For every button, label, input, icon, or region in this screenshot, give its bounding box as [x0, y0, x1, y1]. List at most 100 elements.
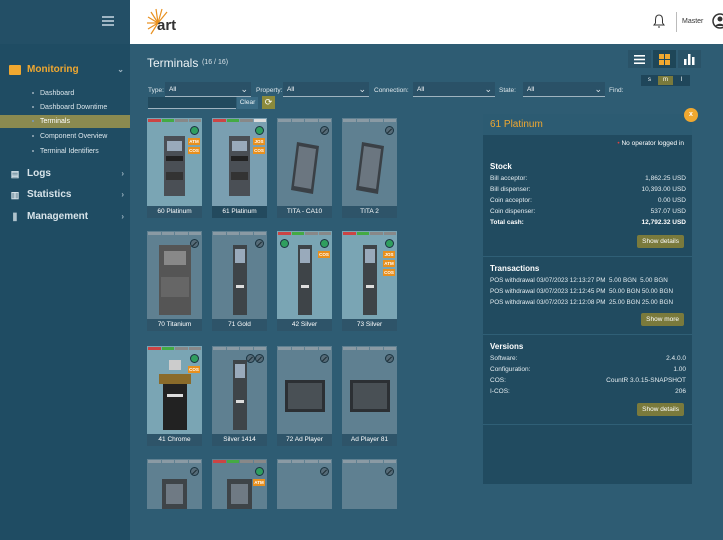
versions-title: Versions: [490, 342, 524, 351]
bar-chart-icon: [684, 53, 695, 65]
nav-group-management[interactable]: ⫼ Management ›: [0, 209, 130, 225]
terminal-tile[interactable]: 72 Ad Player: [277, 346, 332, 446]
terminal-name: Ad Player 81: [342, 434, 397, 446]
chevron-down-icon: ⌄: [117, 65, 124, 74]
connected-icon: [320, 239, 329, 248]
version-row: Software: 2.4.0.0: [490, 355, 686, 362]
module-badge: COS: [188, 147, 200, 154]
disconnected-icon: [320, 126, 329, 135]
page-title: Terminals: [147, 56, 199, 70]
chart-view-button[interactable]: [678, 50, 701, 68]
module-badge: ATM: [253, 479, 265, 486]
refresh-button[interactable]: ⟳: [262, 96, 275, 109]
terminal-tile[interactable]: [277, 459, 332, 509]
connected-icon: [255, 126, 264, 135]
terminal-tile[interactable]: ATM COS 60 Platinum: [147, 118, 202, 218]
disconnected-icon: [190, 467, 199, 476]
terminal-name: TITA 2: [342, 206, 397, 218]
module-badge: ATM: [383, 260, 395, 267]
disconnected-icon: [320, 467, 329, 476]
find-input[interactable]: [148, 97, 236, 109]
sidebar-item-terminal-identifiers[interactable]: Terminal Identifiers: [0, 145, 130, 158]
tile-size-toggles: s m l: [641, 75, 690, 86]
nav-group-monitoring[interactable]: Monitoring ⌄: [0, 62, 130, 78]
disconnected-icon: [255, 239, 264, 248]
size-large-button[interactable]: l: [674, 76, 689, 85]
transaction-row: POS withdrawal 03/07/2023 12:12:45 PM 50…: [490, 288, 674, 295]
terminal-tile[interactable]: 70 Titanium: [147, 231, 202, 331]
chevron-down-icon: ⌄: [358, 84, 366, 94]
clear-button[interactable]: Clear: [237, 97, 258, 109]
connection-filter-label: Connection:: [374, 87, 409, 94]
stock-row: Coin acceptor: 0.00 USD: [490, 197, 686, 204]
nav-group-logs[interactable]: ▤ Logs ›: [0, 166, 130, 182]
menu-icon[interactable]: [102, 16, 114, 26]
chevron-right-icon: ›: [121, 190, 124, 199]
transactions-show-more-button[interactable]: Show more: [641, 313, 684, 326]
list-view-button[interactable]: [628, 50, 651, 68]
nav-group-statistics[interactable]: ▥ Statistics ›: [0, 187, 130, 203]
connection-filter-select[interactable]: All ⌄: [413, 82, 495, 97]
terminal-tile[interactable]: COS 41 Chrome: [147, 346, 202, 446]
state-filter-select[interactable]: All ⌄: [523, 82, 605, 97]
user-name[interactable]: Master: [682, 18, 703, 25]
type-filter-select[interactable]: All ⌄: [165, 82, 251, 97]
property-filter-select[interactable]: All ⌄: [283, 82, 369, 97]
transactions-title: Transactions: [490, 264, 540, 273]
terminal-tile[interactable]: JOS COS 61 Platinum: [212, 118, 267, 218]
terminal-name: 60 Platinum: [147, 206, 202, 218]
terminal-name: TITA - CA10: [277, 206, 332, 218]
sidebar: Monitoring ⌄ Dashboard Dashboard Downtim…: [0, 0, 130, 540]
stock-title: Stock: [490, 162, 512, 171]
top-bar: art Master: [130, 0, 723, 44]
transaction-row: POS withdrawal 03/07/2023 12:13:27 PM 5.…: [490, 277, 668, 284]
terminal-count: (16 / 16): [202, 59, 229, 66]
module-badge: COS: [253, 147, 265, 154]
terminal-name: 61 Platinum: [212, 206, 267, 218]
size-small-button[interactable]: s: [642, 76, 657, 85]
sidebar-item-component-overview[interactable]: Component Overview: [0, 130, 130, 143]
terminal-tile[interactable]: 71 Gold: [212, 231, 267, 331]
close-button[interactable]: x: [684, 108, 698, 122]
size-medium-button[interactable]: m: [658, 76, 673, 85]
bar-chart-icon: ▥: [10, 190, 20, 200]
view-toggles: [628, 50, 701, 68]
stock-show-details-button[interactable]: Show details: [637, 235, 684, 248]
module-badge: JOS: [253, 138, 265, 145]
module-badge: ATM: [188, 138, 200, 145]
state-filter-label: State:: [499, 87, 516, 94]
terminal-name: Silver 1414: [212, 434, 267, 446]
versions-show-details-button[interactable]: Show details: [637, 403, 684, 416]
connected-icon: [255, 467, 264, 476]
terminal-tile[interactable]: Silver 1414: [212, 346, 267, 446]
sidebar-item-terminals[interactable]: Terminals: [0, 115, 130, 128]
stock-row: Coin dispenser: 537.07 USD: [490, 208, 686, 215]
version-row: I-COS: 206: [490, 388, 686, 395]
property-filter-label: Property:: [256, 87, 283, 94]
main-content: Terminals (16 / 16) s m l Type: All ⌄ Pro…: [130, 44, 723, 540]
terminal-tile[interactable]: JOS ATM COS 73 Silver: [342, 231, 397, 331]
terminal-tile[interactable]: Ad Player 81: [342, 346, 397, 446]
terminal-tile[interactable]: TITA - CA10: [277, 118, 332, 218]
user-icon[interactable]: [712, 12, 723, 30]
connected-icon: [280, 239, 289, 248]
version-row: Configuration: 1.00: [490, 366, 686, 373]
terminal-tile[interactable]: ATM: [212, 459, 267, 509]
terminal-name: 70 Titanium: [147, 319, 202, 331]
grid-view-button[interactable]: [653, 50, 676, 68]
disconnected-icon: [385, 354, 394, 363]
module-badge: COS: [188, 366, 200, 373]
sidebar-item-dashboard-downtime[interactable]: Dashboard Downtime: [0, 101, 130, 114]
module-badge: COS: [318, 251, 330, 258]
stock-total-row: Total cash: 12,792.32 USD: [490, 219, 686, 226]
terminal-tile[interactable]: TITA 2: [342, 118, 397, 218]
chevron-down-icon: ⌄: [594, 84, 602, 94]
sidebar-item-dashboard[interactable]: Dashboard: [0, 87, 130, 100]
chevron-down-icon: ⌄: [484, 84, 492, 94]
art-logo[interactable]: art: [144, 8, 194, 38]
terminal-tile[interactable]: [147, 459, 202, 509]
terminal-tile[interactable]: COS 42 Silver: [277, 231, 332, 331]
bell-icon[interactable]: [653, 14, 665, 28]
find-label: Find:: [609, 87, 624, 94]
terminal-tile[interactable]: [342, 459, 397, 509]
